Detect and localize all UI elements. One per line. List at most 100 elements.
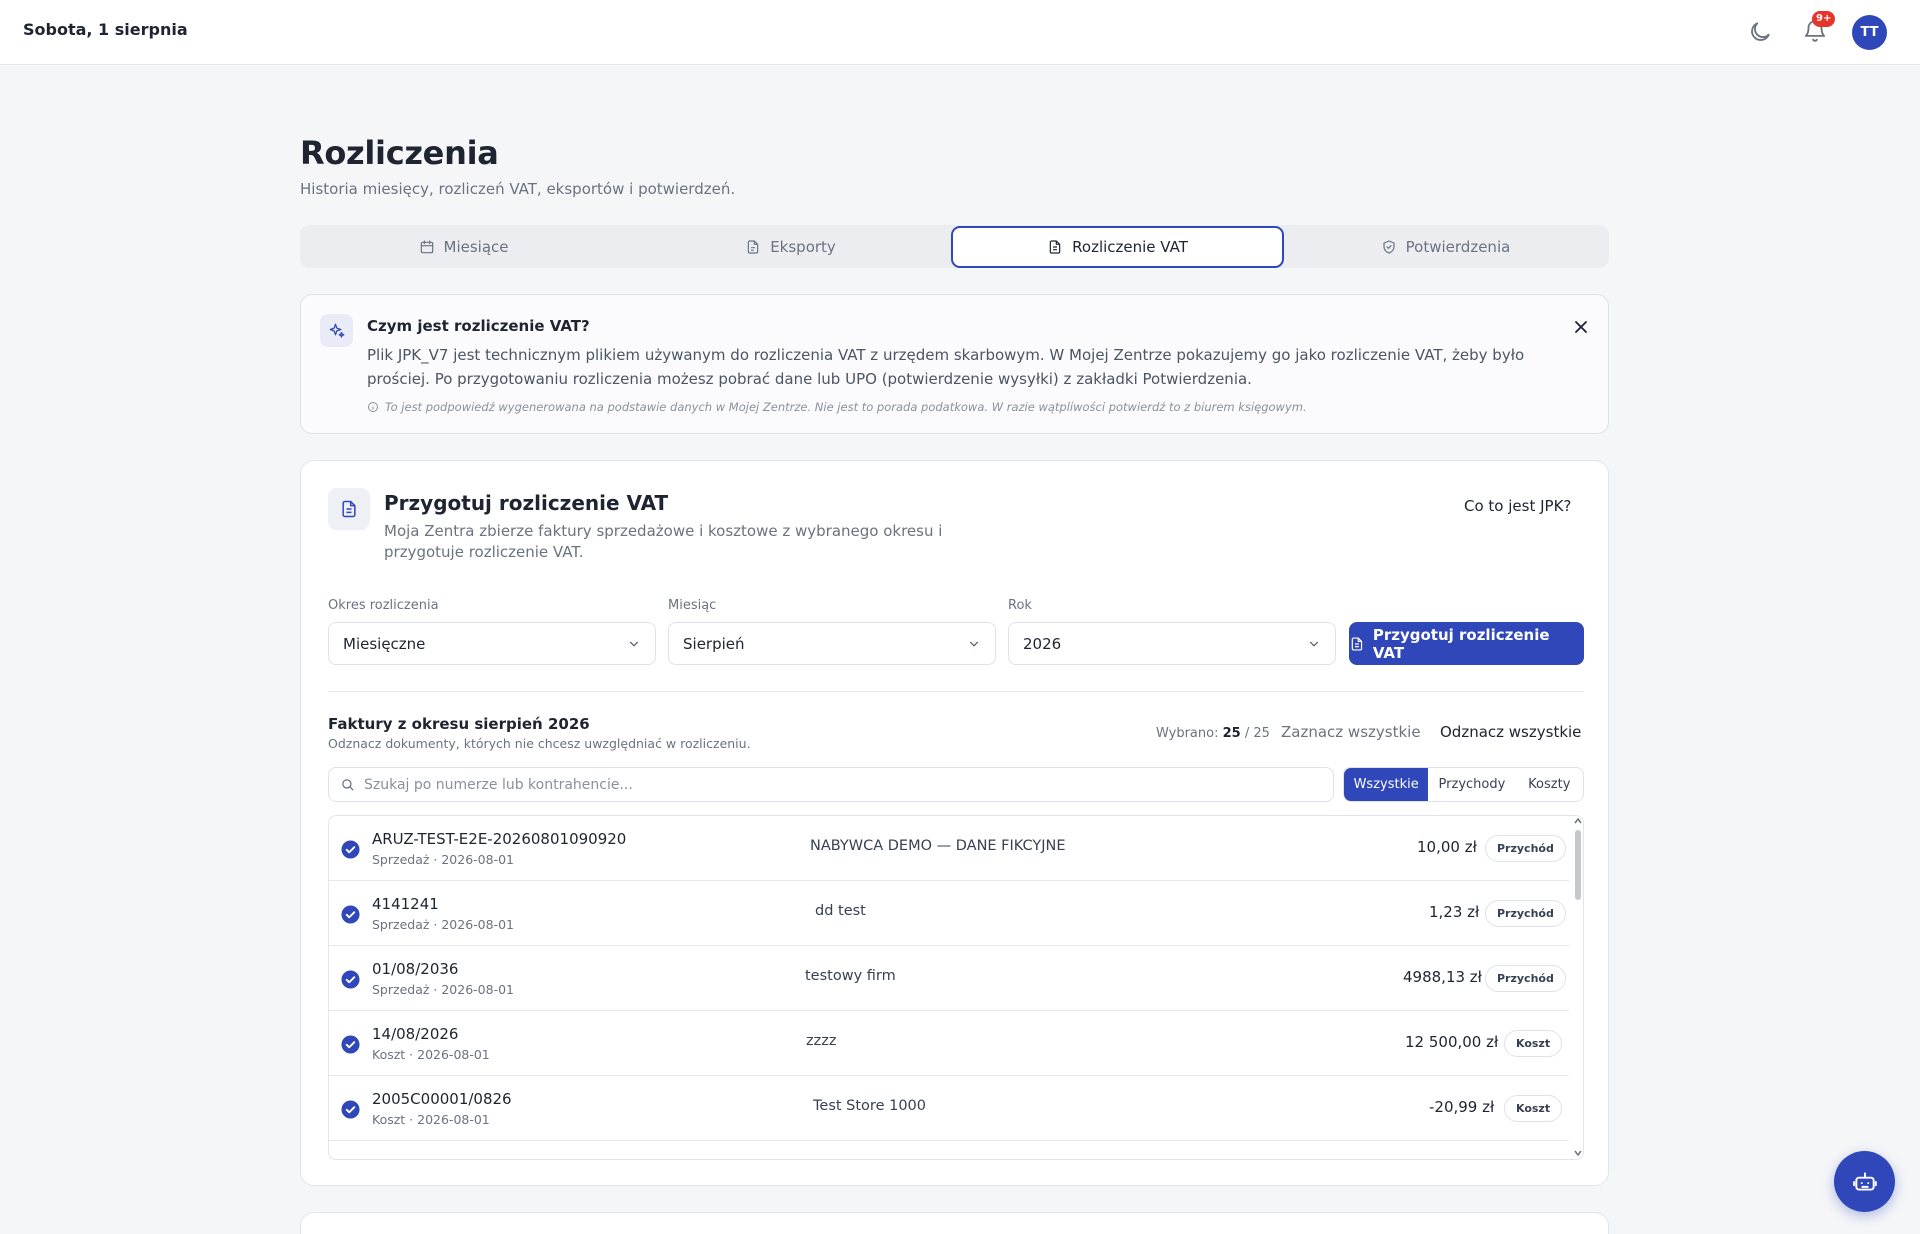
- info-title: Czym jest rozliczenie VAT?: [367, 317, 590, 335]
- prepare-description: Moja Zentra zbierze faktury sprzedażowe …: [384, 522, 943, 561]
- assistant-button[interactable]: [1834, 1151, 1895, 1212]
- tab-exports[interactable]: Eksporty: [627, 225, 954, 268]
- prepare-title: Przygotuj rozliczenie VAT: [384, 491, 669, 515]
- invoice-type-tag: Przychód: [1485, 965, 1566, 992]
- invoice-party: zzzz: [806, 1033, 837, 1049]
- divider: [328, 691, 1584, 692]
- invoice-meta: Sprzedaż · 2026-08-01: [372, 852, 514, 867]
- month-label: Miesiąc: [668, 598, 717, 613]
- tab-vat-settlement[interactable]: Rozliczenie VAT: [951, 226, 1284, 268]
- calendar-icon: [420, 239, 433, 253]
- tab-label: Eksporty: [770, 237, 836, 256]
- dark-mode-moon-icon[interactable]: [1747, 19, 1773, 45]
- table-row[interactable]: ARUZ-TEST-E2E-20260801090920 Sprzedaż · …: [329, 816, 1569, 881]
- month-value: Sierpień: [683, 634, 745, 653]
- prepare-button-label: Przygotuj rozliczenie VAT: [1372, 625, 1550, 662]
- period-value: Miesięczne: [343, 634, 426, 653]
- invoice-number: 01/08/2036: [372, 960, 459, 978]
- settlement-tabs: Miesiące Eksporty Rozliczenie VAT Potwie…: [300, 225, 1609, 268]
- invoice-meta: Koszt · 2026-08-01: [372, 1112, 490, 1127]
- info-body: Plik JPK_V7 jest technicznym plikiem uży…: [367, 346, 1525, 388]
- selected-label: Wybrano:: [1156, 726, 1219, 741]
- chevron-down-icon: [969, 641, 979, 647]
- notifications-badge: 9+: [1812, 11, 1836, 27]
- invoice-amount: 1,23 zł: [1429, 903, 1480, 921]
- selected-counter: Wybrano: 25 / 25: [1156, 726, 1270, 741]
- month-select[interactable]: Sierpień: [668, 622, 996, 665]
- document-icon: [328, 488, 370, 530]
- prepare-vat-card: Przygotuj rozliczenie VAT Moja Zentra zb…: [300, 460, 1609, 1186]
- table-row[interactable]: 4141241 Sprzedaż · 2026-08-01 dd test 1,…: [329, 881, 1569, 946]
- table-row[interactable]: 2005C00001/0826 Koszt · 2026-08-01 Test …: [329, 1076, 1569, 1141]
- invoice-party: testowy firm: [805, 968, 896, 984]
- deselect-all-button[interactable]: Odznacz wszystkie: [1440, 723, 1581, 741]
- current-date: Sobota, 1 sierpnia: [23, 20, 188, 39]
- document-icon: [1351, 636, 1363, 651]
- invoice-search[interactable]: Szukaj po numerze lub kontrahencie...: [328, 767, 1334, 802]
- year-value: 2026: [1023, 634, 1062, 653]
- scrollbar-thumb[interactable]: [1575, 830, 1581, 900]
- table-row[interactable]: 14/08/2026 Koszt · 2026-08-01 zzzz 12 50…: [329, 1011, 1569, 1076]
- selected-count: 25: [1222, 726, 1241, 741]
- invoice-number: ARUZ-TEST-E2E-20260801090920: [372, 830, 627, 848]
- year-label: Rok: [1008, 598, 1032, 613]
- checked-checkbox-icon[interactable]: [341, 1100, 360, 1119]
- info-circle-icon: [368, 402, 378, 412]
- period-label: Okres rozliczenia: [328, 598, 439, 613]
- invoice-meta: Sprzedaż · 2026-08-01: [372, 982, 514, 997]
- invoice-type-filter: Wszystkie Przychody Koszty: [1343, 767, 1584, 802]
- invoices-subtitle: Odznacz dokumenty, których nie chcesz uw…: [328, 736, 751, 751]
- page-subtitle: Historia miesięcy, rozliczeń VAT, ekspor…: [300, 180, 736, 198]
- invoice-amount: 10,00 zł: [1417, 838, 1477, 856]
- info-disclaimer: To jest podpowiedź wygenerowana na podst…: [367, 400, 1307, 414]
- invoice-party: NABYWCA DEMO — DANE FIKCYJNE: [810, 838, 1066, 854]
- list-scrollbar[interactable]: [1573, 816, 1583, 1159]
- invoice-list: ARUZ-TEST-E2E-20260801090920 Sprzedaż · …: [328, 815, 1584, 1160]
- scroll-down-icon[interactable]: [1574, 1150, 1582, 1156]
- tab-confirmations[interactable]: Potwierdzenia: [1282, 225, 1609, 268]
- year-select[interactable]: 2026: [1008, 622, 1336, 665]
- close-icon[interactable]: [1571, 317, 1591, 337]
- invoice-meta: Sprzedaż · 2026-08-01: [372, 917, 514, 932]
- scroll-up-icon[interactable]: [1574, 818, 1582, 824]
- user-avatar[interactable]: TT: [1852, 15, 1887, 50]
- invoice-party: dd test: [815, 903, 866, 919]
- checked-checkbox-icon[interactable]: [341, 905, 360, 924]
- document-icon: [1049, 240, 1061, 254]
- filter-all[interactable]: Wszystkie: [1344, 768, 1429, 801]
- sparkles-icon: [320, 314, 353, 347]
- checked-checkbox-icon[interactable]: [341, 970, 360, 989]
- next-section-card: [300, 1212, 1609, 1234]
- invoice-type-tag: Przychód: [1485, 835, 1566, 862]
- tab-label: Miesiące: [443, 237, 509, 256]
- invoice-amount: -20,99 zł: [1429, 1098, 1495, 1116]
- shield-check-icon: [1383, 239, 1395, 254]
- tab-label: Potwierdzenia: [1405, 237, 1511, 256]
- invoice-type-tag: Koszt: [1504, 1030, 1563, 1057]
- chevron-down-icon: [629, 641, 639, 647]
- chevron-down-icon: [1309, 641, 1319, 647]
- search-icon: [342, 779, 354, 791]
- select-all-button[interactable]: Zaznacz wszystkie: [1281, 723, 1421, 741]
- invoice-number: 2005C00001/0826: [372, 1090, 512, 1108]
- filter-costs[interactable]: Koszty: [1516, 768, 1583, 801]
- invoices-title: Faktury z okresu sierpień 2026: [328, 715, 590, 733]
- tab-months[interactable]: Miesiące: [300, 225, 627, 268]
- robot-icon: [1852, 1171, 1877, 1191]
- invoice-type-tag: Przychód: [1485, 900, 1566, 927]
- prepare-vat-button[interactable]: Przygotuj rozliczenie VAT: [1349, 622, 1584, 665]
- search-placeholder: Szukaj po numerze lub kontrahencie...: [364, 776, 633, 793]
- top-bar: Sobota, 1 sierpnia 9+ TT: [0, 0, 1920, 65]
- checked-checkbox-icon[interactable]: [341, 1035, 360, 1054]
- invoice-number: 14/08/2026: [372, 1025, 459, 1043]
- file-icon: [747, 239, 759, 254]
- invoice-type-tag: Koszt: [1504, 1095, 1563, 1122]
- filter-income[interactable]: Przychody: [1428, 768, 1515, 801]
- what-is-jpk-link[interactable]: Co to jest JPK?: [1464, 497, 1571, 515]
- table-row[interactable]: 01/08/2036 Sprzedaż · 2026-08-01 testowy…: [329, 946, 1569, 1011]
- checked-checkbox-icon[interactable]: [341, 840, 360, 859]
- page-title: Rozliczenia: [300, 134, 499, 172]
- period-select[interactable]: Miesięczne: [328, 622, 656, 665]
- invoice-number: 4141241: [372, 895, 439, 913]
- tab-label: Rozliczenie VAT: [1072, 238, 1188, 256]
